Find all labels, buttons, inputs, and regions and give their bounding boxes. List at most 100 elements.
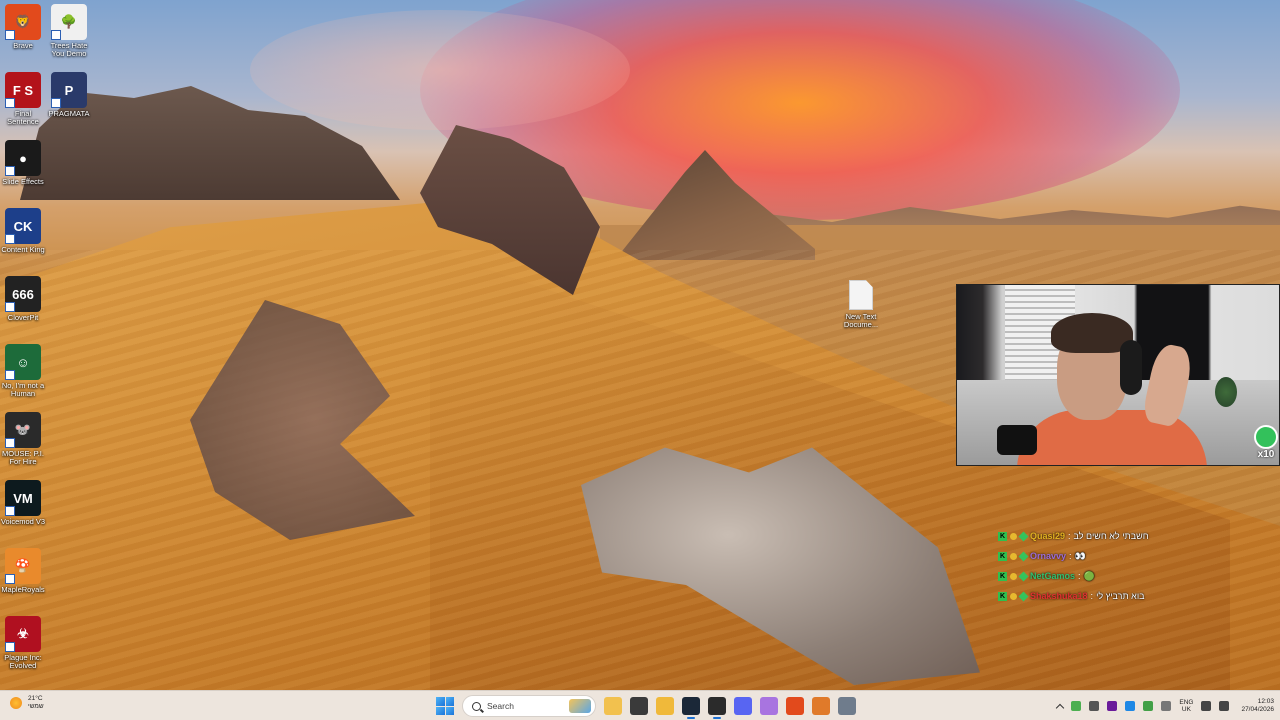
tray-app-icon[interactable] <box>1089 701 1100 711</box>
desktop-shortcut-label: Slide Effects <box>2 177 44 186</box>
desktop-shortcut[interactable]: ● Slide Effects <box>0 140 46 186</box>
new-text-document-icon[interactable]: New Text Docume... <box>838 280 884 329</box>
game-icon[interactable] <box>812 697 830 715</box>
search-icon <box>472 701 481 711</box>
app-icon: CK <box>5 208 41 244</box>
chat-text: 👀 <box>1074 550 1086 561</box>
folder-icon[interactable] <box>656 697 674 715</box>
obs-icon[interactable] <box>708 697 726 719</box>
chat-message: K Shakshuka18: בוא תרביץ לי <box>998 586 1178 606</box>
sub-badge-icon <box>1010 592 1017 600</box>
text-file-icon <box>849 280 873 310</box>
desktop-shortcut[interactable]: 🦁 Brave <box>0 4 46 50</box>
webcam-overlay: x10 <box>956 284 1280 466</box>
clock-date: 27/04/2026 <box>1241 706 1274 713</box>
chat-message: K Quasi29: חשבתי לא חשים לב <box>998 526 1178 546</box>
badge-text: x10 <box>1257 449 1275 460</box>
app-icon: 🍄 <box>5 548 41 584</box>
app-icon: ● <box>5 140 41 176</box>
desktop-shortcut-label: MOUSE: P.I. For Hire <box>2 449 44 466</box>
kick-badge-icon: K <box>998 591 1007 601</box>
desktop-shortcut-label: CloverPit <box>7 313 39 322</box>
system-tray: ENG UK 12:03 27/04/2026 <box>1056 691 1274 720</box>
app-icon: 🦁 <box>5 4 41 40</box>
clock-time: 12:03 <box>1257 698 1274 705</box>
microphone <box>997 425 1037 455</box>
volume-icon[interactable] <box>1219 701 1230 711</box>
chat-username: Shakshuka18 <box>1030 591 1088 601</box>
kick-badge-icon: K <box>998 551 1007 561</box>
chat-text: חשבתי לא חשים לב <box>1073 531 1149 541</box>
desktop-shortcut[interactable]: F S Final Sentence <box>0 72 46 126</box>
badge-icon <box>1254 425 1278 449</box>
task-view-icon[interactable] <box>630 697 648 715</box>
vs-icon[interactable] <box>760 697 778 715</box>
taskbar-search[interactable]: Search <box>462 695 596 717</box>
desktop-shortcut[interactable]: P PRAGMATA <box>46 72 92 118</box>
search-highlight-icon <box>569 699 591 713</box>
desktop-shortcut[interactable]: CK Content King <box>0 208 46 254</box>
tray-app-icon[interactable] <box>1107 701 1118 711</box>
desktop-shortcut[interactable]: 666 CloverPit <box>0 276 46 322</box>
taskbar: 21°C שמשי Search ENG UK 12:03 27/04/2026 <box>0 690 1280 720</box>
desktop-shortcut-label: Plague Inc: Evolved <box>4 653 42 670</box>
desktop-shortcut[interactable]: 🐭 MOUSE: P.I. For Hire <box>0 412 46 466</box>
desktop-shortcut-label: No, I'm not a Human <box>1 381 45 398</box>
start-button[interactable] <box>436 697 454 715</box>
gift-badge-icon <box>1018 551 1029 561</box>
search-placeholder: Search <box>487 701 514 711</box>
discord-icon[interactable] <box>734 697 752 715</box>
clock[interactable]: 12:03 27/04/2026 <box>1241 698 1274 714</box>
pink-clouds <box>250 10 630 130</box>
desktop-shortcut-label: Final Sentence <box>7 109 39 126</box>
sub-badge-icon <box>1010 532 1017 540</box>
gift-badge-icon <box>1018 531 1029 541</box>
weather-widget[interactable]: 21°C שמשי <box>10 695 44 711</box>
headset <box>1120 340 1142 395</box>
tray-app-icon[interactable] <box>1071 701 1082 711</box>
chat-username: Ornavvy <box>1030 551 1067 561</box>
sun-icon <box>10 697 22 709</box>
sub-badge-icon <box>1010 552 1017 560</box>
plant <box>1215 377 1237 407</box>
multiplier-badge: x10 <box>1253 425 1279 463</box>
brave-icon[interactable] <box>786 697 804 715</box>
tray-app-icon[interactable] <box>1143 701 1154 711</box>
desktop-shortcut[interactable]: 🍄 MapleRoyals <box>0 548 46 594</box>
desktop-shortcut[interactable]: VM Voicemod V3 <box>0 480 46 526</box>
language-indicator[interactable]: ENG UK <box>1179 699 1193 714</box>
desktop-shortcut[interactable]: ☺ No, I'm not a Human <box>0 344 46 398</box>
desktop-shortcut[interactable]: ☣ Plague Inc: Evolved <box>0 616 46 670</box>
streamer-shirt <box>1017 410 1207 465</box>
file-explorer-icon[interactable] <box>604 697 622 715</box>
app-icon: VM <box>5 480 41 516</box>
sub-badge-icon <box>1010 572 1017 580</box>
network-icon[interactable] <box>1201 701 1212 711</box>
file-label: New Text Docume... <box>843 312 879 329</box>
chat-separator: : <box>1078 571 1081 581</box>
tray-app-icon[interactable] <box>1125 701 1136 711</box>
kick-badge-icon: K <box>998 571 1007 581</box>
steam-icon[interactable] <box>682 697 700 719</box>
app-icon: 🌳 <box>51 4 87 40</box>
chat-message: K Ornavvy: 👀 <box>998 546 1178 566</box>
microphone-icon[interactable] <box>1161 701 1172 711</box>
app-icon: F S <box>5 72 41 108</box>
app-icon: 🐭 <box>5 412 41 448</box>
weather-desc: שמשי <box>28 703 44 710</box>
chevron-up-icon[interactable] <box>1056 703 1065 712</box>
desktop-shortcut-label: Voicemod V3 <box>0 517 46 526</box>
chat-separator: : <box>1069 551 1072 561</box>
desktop-shortcut[interactable]: 🌳 Trees Hate You Demo <box>46 4 92 58</box>
desktop-shortcut-label: PRAGMATA <box>48 109 90 118</box>
chat-text: בוא תרביץ לי <box>1096 591 1145 601</box>
gift-badge-icon <box>1018 571 1029 581</box>
desktop-shortcut-label: Content King <box>1 245 45 254</box>
settings-icon[interactable] <box>838 697 856 715</box>
taskbar-center: Search <box>436 695 856 719</box>
app-icon: P <box>51 72 87 108</box>
gift-badge-icon <box>1018 591 1029 601</box>
desktop-shortcut-label: Trees Hate You Demo <box>50 41 88 58</box>
desktop-shortcut-label: Brave <box>13 41 33 50</box>
chat-text: 🟢 <box>1083 570 1095 581</box>
